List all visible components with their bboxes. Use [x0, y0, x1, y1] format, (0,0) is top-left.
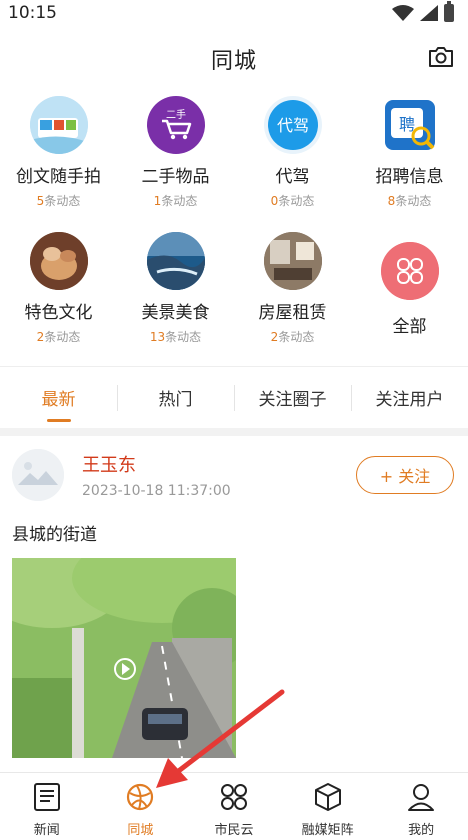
grid-icon [380, 242, 439, 300]
section-divider [0, 428, 468, 436]
cube-icon [314, 783, 341, 811]
status-bar: 10:15 [0, 0, 468, 26]
tab-hot[interactable]: 热门 [117, 367, 234, 428]
follow-button[interactable]: + 关注 [356, 456, 454, 494]
culture-photo-icon [29, 232, 88, 290]
category-grid: 创文随手拍 5条动态 二手 二手物品 1条动态 代驾 代驾 0条动态 聘 招聘信… [0, 92, 468, 364]
category-item-zhaopin[interactable]: 聘 招聘信息 8条动态 [351, 92, 468, 228]
nav-label: 同城 [127, 823, 154, 838]
category-label: 创文随手拍 [16, 167, 101, 187]
chuangwen-icon [29, 96, 88, 154]
nav-media-matrix[interactable]: 融媒矩阵 [281, 773, 375, 840]
nav-label: 我的 [408, 823, 435, 838]
clover-grid-icon [220, 784, 247, 810]
category-label: 美景美食 [141, 303, 210, 323]
feed-tabs: 最新 热门 关注圈子 关注用户 [0, 366, 468, 428]
category-count: 2条动态 [36, 330, 81, 344]
svg-text:代驾: 代驾 [276, 116, 308, 135]
nav-label: 市民云 [214, 823, 254, 838]
category-label: 二手物品 [141, 167, 210, 187]
local-circle-icon [127, 783, 154, 811]
category-item-daijia[interactable]: 代驾 代驾 0条动态 [234, 92, 351, 228]
nav-profile[interactable]: 我的 [374, 773, 468, 840]
news-icon [33, 783, 60, 811]
status-time: 10:15 [8, 3, 57, 23]
feed-post: 王玉东 2023-10-18 11:37:00 + 关注 县城的街道 [0, 436, 468, 758]
header: 同城 [0, 26, 468, 92]
scenery-photo-icon [146, 232, 205, 290]
avatar[interactable] [12, 449, 64, 501]
category-count: 13条动态 [149, 330, 202, 344]
status-icons [392, 1, 454, 22]
user-icon [408, 784, 435, 811]
recruit-icon: 聘 [380, 96, 439, 154]
post-text: 县城的街道 [12, 525, 97, 545]
play-icon[interactable] [114, 658, 136, 680]
tab-followed-circles[interactable]: 关注圈子 [234, 367, 351, 428]
category-label: 代驾 [275, 167, 310, 187]
camera-icon[interactable] [428, 46, 454, 68]
post-video-thumbnail[interactable] [12, 558, 236, 758]
category-label: 特色文化 [24, 303, 93, 323]
category-item-meijing[interactable]: 美景美食 13条动态 [117, 228, 234, 364]
bottom-nav: 新闻 同城 市民云 融媒矩阵 我的 [0, 772, 468, 840]
nav-label: 融媒矩阵 [301, 823, 354, 838]
category-label: 全部 [392, 317, 427, 337]
nav-label: 新闻 [33, 823, 60, 838]
page-title: 同城 [210, 49, 257, 74]
signal-icon [420, 5, 438, 21]
svg-text:二手: 二手 [166, 108, 186, 121]
category-count: 0条动态 [270, 194, 315, 208]
category-count: 1条动态 [153, 194, 198, 208]
nav-citizen-cloud[interactable]: 市民云 [187, 773, 281, 840]
category-label: 房屋租赁 [258, 303, 327, 323]
nav-local[interactable]: 同城 [94, 773, 188, 840]
category-item-fangwu[interactable]: 房屋租赁 2条动态 [234, 228, 351, 364]
category-item-chuangwen[interactable]: 创文随手拍 5条动态 [0, 92, 117, 228]
wifi-icon [392, 5, 414, 21]
post-user: 王玉东 2023-10-18 11:37:00 [82, 451, 231, 499]
daijia-icon: 代驾 [263, 96, 322, 154]
nav-news[interactable]: 新闻 [0, 773, 94, 840]
category-item-tese[interactable]: 特色文化 2条动态 [0, 228, 117, 364]
category-label: 招聘信息 [375, 167, 444, 187]
shopping-cart-icon: 二手 [146, 96, 205, 154]
tab-followed-users[interactable]: 关注用户 [351, 367, 468, 428]
tab-latest[interactable]: 最新 [0, 367, 117, 428]
category-count: 8条动态 [387, 194, 432, 208]
category-item-ershou[interactable]: 二手 二手物品 1条动态 [117, 92, 234, 228]
post-time: 2023-10-18 11:37:00 [82, 483, 231, 499]
category-count: 2条动态 [270, 330, 315, 344]
category-count: 5条动态 [36, 194, 81, 208]
svg-text:聘: 聘 [398, 115, 414, 134]
category-item-all[interactable]: 全部 [351, 228, 468, 364]
battery-icon [444, 1, 454, 22]
post-username[interactable]: 王玉东 [82, 451, 231, 477]
post-header: 王玉东 2023-10-18 11:37:00 + 关注 [12, 436, 456, 514]
house-photo-icon [263, 232, 322, 290]
